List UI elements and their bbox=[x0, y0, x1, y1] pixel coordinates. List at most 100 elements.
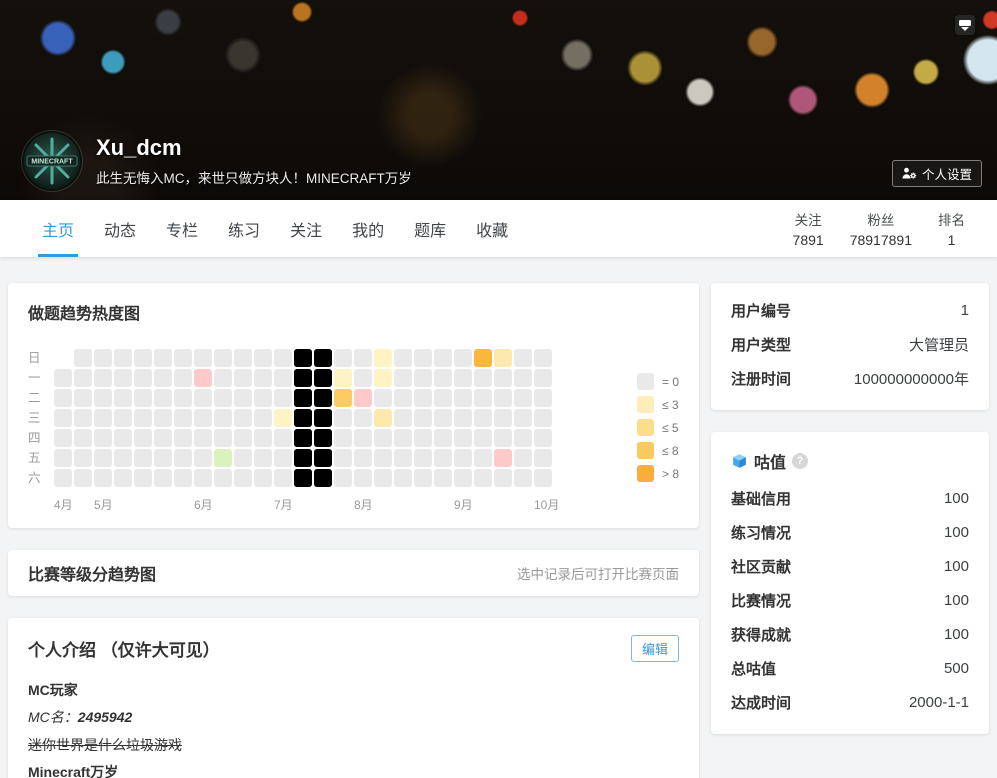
ime-bar bbox=[959, 20, 971, 26]
heatmap-cell bbox=[514, 349, 532, 367]
personal-settings-button[interactable]: 个人设置 bbox=[892, 160, 982, 187]
nav-tab[interactable]: 主页 bbox=[38, 200, 78, 257]
profile-stat[interactable]: 粉丝78917891 bbox=[850, 209, 912, 248]
sidebar-row: 总咕值500 bbox=[731, 658, 969, 679]
heatmap-cell bbox=[474, 469, 492, 487]
heatmap-cell bbox=[394, 409, 412, 427]
profile-nav: 主页动态专栏练习关注我的题库收藏 关注7891粉丝78917891排名1 bbox=[0, 200, 997, 257]
heatmap-cell bbox=[334, 429, 352, 447]
heatmap-cell bbox=[234, 449, 252, 467]
stat-value: 78917891 bbox=[850, 232, 912, 248]
sidebar-row: 社区贡献100 bbox=[731, 556, 969, 577]
right-sidebar: 用户编号1用户类型大管理员注册时间100000000000年 咕值 ? 基础信用… bbox=[711, 283, 989, 778]
heatmap-cell bbox=[394, 349, 412, 367]
intro-card: 个人介绍 （仅许大可见） 编辑 MC玩家MC名：2495942迷你世界是什么垃圾… bbox=[8, 618, 699, 778]
heatmap-cell bbox=[474, 429, 492, 447]
stat-value: 7891 bbox=[793, 232, 824, 248]
profile-stat[interactable]: 关注7891 bbox=[793, 209, 824, 248]
heatmap-cell bbox=[274, 409, 292, 427]
heatmap-cell bbox=[534, 429, 552, 447]
nav-tab[interactable]: 专栏 bbox=[162, 200, 202, 257]
stat-value: 1 bbox=[938, 232, 965, 248]
heatmap-cell bbox=[274, 429, 292, 447]
profile-stat[interactable]: 排名1 bbox=[938, 209, 965, 248]
heatmap-cell bbox=[514, 389, 532, 407]
sidebar-row-label: 总咕值 bbox=[731, 658, 776, 679]
heatmap-legend-item: ≤ 5 bbox=[637, 419, 679, 436]
sidebar-row-label: 比赛情况 bbox=[731, 590, 791, 611]
heatmap-cell bbox=[274, 449, 292, 467]
heatmap-cell bbox=[234, 369, 252, 387]
heatmap-legend-item: = 0 bbox=[637, 373, 679, 390]
heatmap-cell bbox=[134, 449, 152, 467]
heatmap-cell bbox=[374, 369, 392, 387]
edit-button[interactable]: 编辑 bbox=[631, 635, 679, 662]
nav-tab[interactable]: 题库 bbox=[410, 200, 450, 257]
legend-swatch bbox=[637, 419, 654, 436]
sidebar-row-value: 100 bbox=[944, 592, 969, 609]
heatmap-cell bbox=[474, 369, 492, 387]
heatmap-cell bbox=[474, 389, 492, 407]
heatmap-cell bbox=[494, 469, 512, 487]
heatmap-cell bbox=[194, 429, 212, 447]
sidebar-row-value: 100 bbox=[944, 626, 969, 643]
heatmap-cell bbox=[234, 409, 252, 427]
nav-tab[interactable]: 练习 bbox=[224, 200, 264, 257]
nav-tab[interactable]: 我的 bbox=[348, 200, 388, 257]
heatmap-cell bbox=[354, 449, 372, 467]
heatmap-cell bbox=[94, 369, 112, 387]
intro-line: MC玩家 bbox=[28, 680, 679, 700]
banner-text: Xu_dcm 此生无悔入MC，来世只做方块人！MINECRAFT万岁 bbox=[96, 135, 412, 187]
heatmap-legend-item: > 8 bbox=[637, 465, 679, 482]
heatmap-cell bbox=[154, 349, 172, 367]
heatmap-cell bbox=[214, 429, 232, 447]
heatmap-cell bbox=[134, 409, 152, 427]
heatmap-cell bbox=[74, 409, 92, 427]
heatmap-cell bbox=[274, 389, 292, 407]
intro-line: MC名：2495942 bbox=[28, 707, 679, 727]
heatmap-cell bbox=[314, 369, 332, 387]
heatmap-day-label: 三 bbox=[28, 409, 54, 429]
heatmap-cell bbox=[314, 389, 332, 407]
intro-line: 迷你世界是什么垃圾游戏 bbox=[28, 735, 679, 755]
heatmap-cell bbox=[434, 469, 452, 487]
heatmap-day-label: 六 bbox=[28, 469, 54, 489]
nav-tab[interactable]: 关注 bbox=[286, 200, 326, 257]
heatmap-cell bbox=[374, 469, 392, 487]
nav-tab[interactable]: 动态 bbox=[100, 200, 140, 257]
nav-tab[interactable]: 收藏 bbox=[472, 200, 512, 257]
heatmap-cell bbox=[414, 369, 432, 387]
heatmap-cell bbox=[154, 389, 172, 407]
heatmap-cell bbox=[214, 369, 232, 387]
heatmap-month-label: 4月 bbox=[54, 496, 73, 513]
heatmap-month-label: 6月 bbox=[194, 496, 213, 513]
heatmap-cell bbox=[334, 369, 352, 387]
heatmap-cell bbox=[74, 429, 92, 447]
guzhi-rows: 基础信用100练习情况100社区贡献100比赛情况100获得成就100总咕值50… bbox=[731, 488, 969, 713]
legend-label: ≤ 3 bbox=[662, 398, 679, 412]
nav-tabs: 主页动态专栏练习关注我的题库收藏 bbox=[38, 200, 534, 257]
heatmap-cell bbox=[74, 469, 92, 487]
heatmap-cell bbox=[254, 449, 272, 467]
heatmap-cell bbox=[174, 469, 192, 487]
heatmap-cell bbox=[114, 389, 132, 407]
heatmap-cell bbox=[274, 349, 292, 367]
heatmap-cell bbox=[474, 449, 492, 467]
heatmap-cell bbox=[454, 389, 472, 407]
heatmap-cell bbox=[454, 469, 472, 487]
heatmap-cell bbox=[294, 369, 312, 387]
user-bio: 此生无悔入MC，来世只做方块人！MINECRAFT万岁 bbox=[96, 167, 412, 187]
ime-indicator-icon[interactable] bbox=[955, 15, 975, 35]
heatmap-cell bbox=[374, 349, 392, 367]
legend-swatch bbox=[637, 373, 654, 390]
heatmap-day-label: 二 bbox=[28, 389, 54, 409]
heatmap-cell bbox=[214, 409, 232, 427]
sidebar-row-label: 获得成就 bbox=[731, 624, 791, 645]
heatmap-cell bbox=[54, 429, 72, 447]
contest-trend-title: 比赛等级分趋势图 bbox=[28, 561, 156, 585]
help-icon[interactable]: ? bbox=[792, 453, 808, 469]
heatmap-cell bbox=[294, 469, 312, 487]
heatmap-cell bbox=[394, 449, 412, 467]
person-gear-icon bbox=[902, 167, 917, 180]
main-content: 做题趋势热度图 日一二三四五六 = 0≤ 3≤ 5≤ 8> 8 4月5月6月7月… bbox=[0, 257, 997, 778]
